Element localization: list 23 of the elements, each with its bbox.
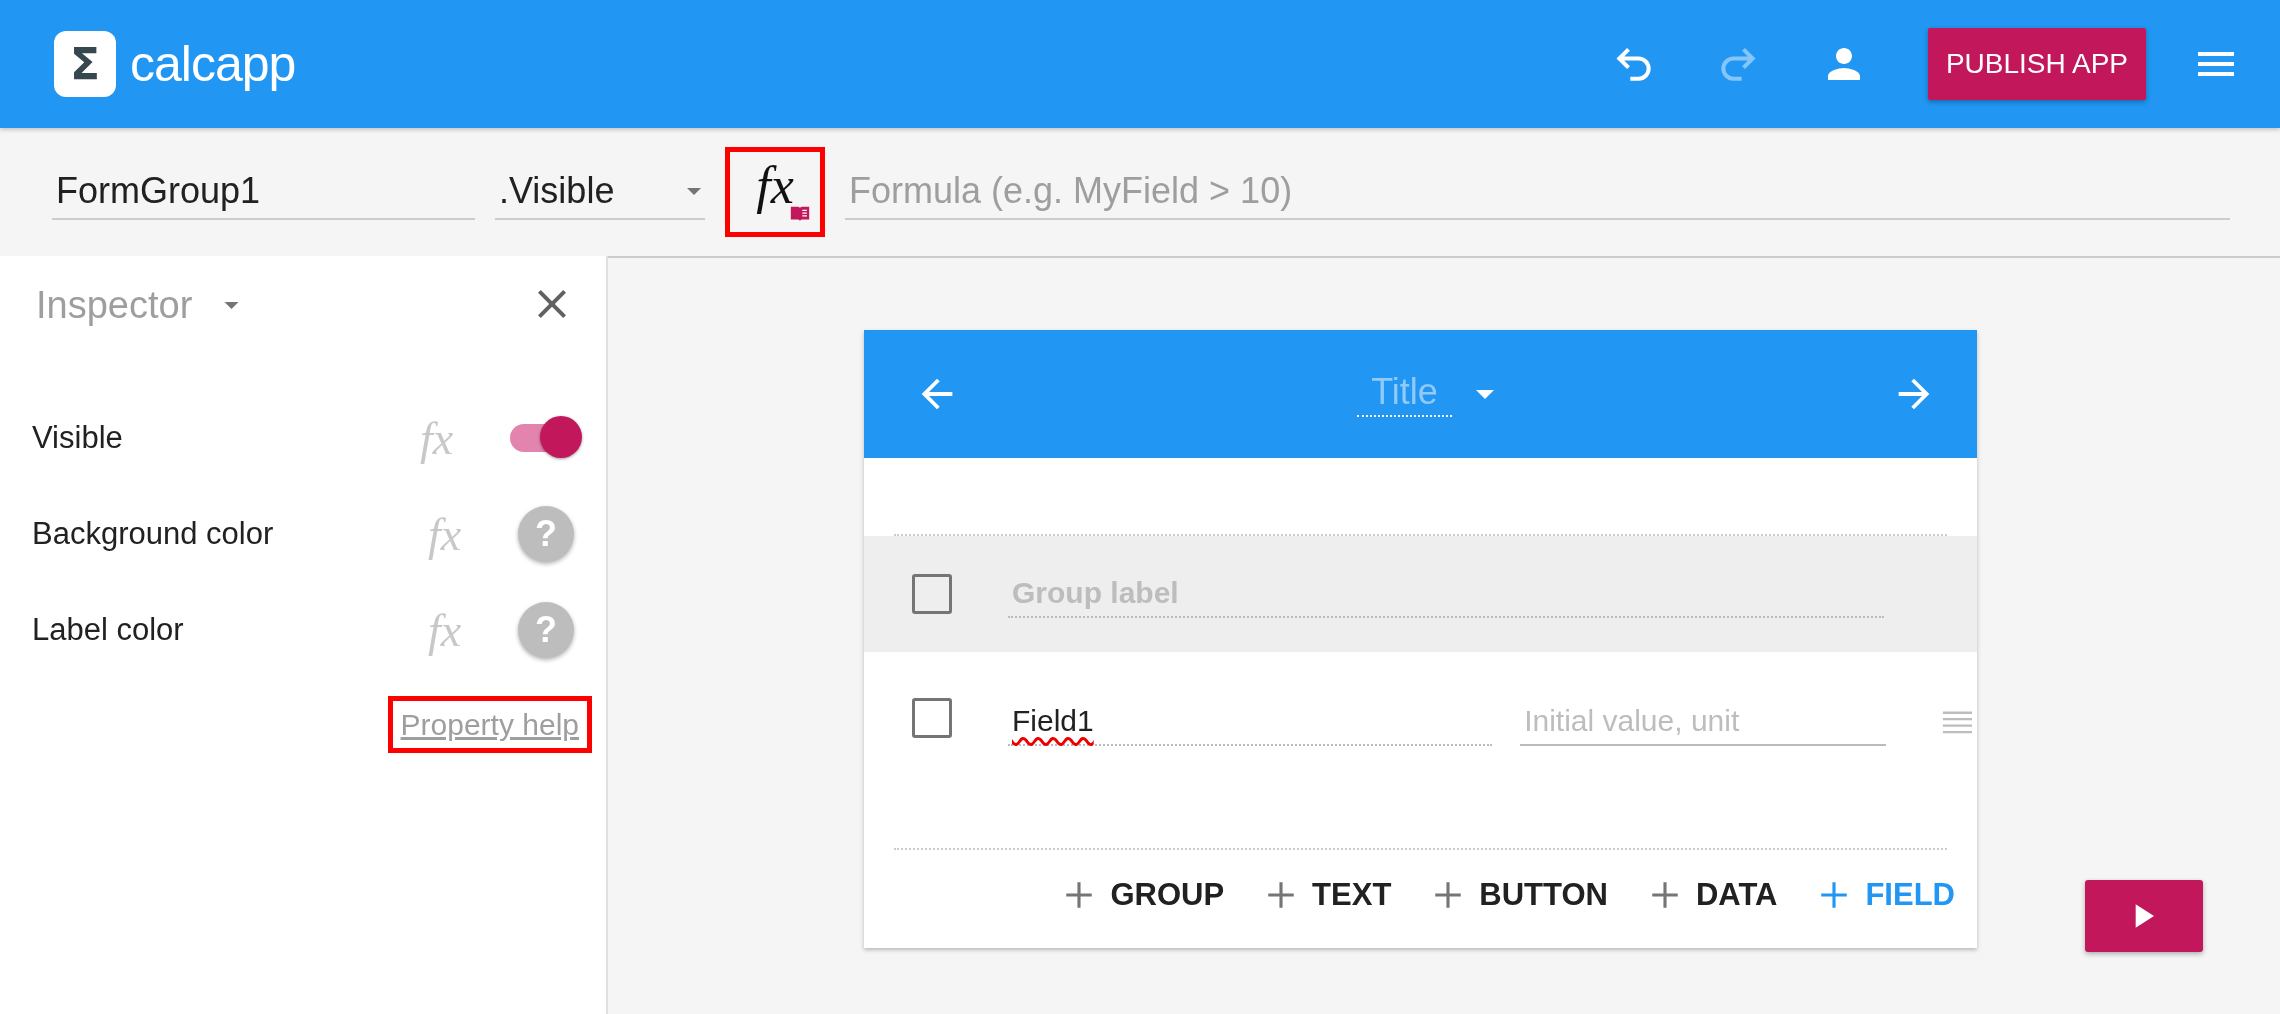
publish-button[interactable]: PUBLISH APP	[1927, 28, 2146, 100]
formula-field[interactable]: Formula (e.g. MyField > 10)	[845, 164, 2230, 220]
checkbox[interactable]	[912, 698, 952, 738]
caret-icon[interactable]	[1475, 389, 1494, 399]
add-button[interactable]: DATA	[1637, 869, 1788, 921]
add-button[interactable]: GROUP	[1052, 869, 1235, 921]
initial-value-field[interactable]: Initial value, unit	[1520, 698, 1887, 746]
property-label: Background color	[32, 516, 275, 552]
app-name: calcapp	[130, 35, 296, 93]
property-dropdown[interactable]: .Visible	[495, 164, 705, 220]
caret-icon	[687, 187, 701, 195]
add-button[interactable]: BUTTON	[1421, 869, 1618, 921]
formula-reference-button[interactable]: fx	[725, 147, 825, 237]
field-name-field[interactable]: Field1	[1008, 698, 1493, 746]
add-button[interactable]: TEXT	[1254, 869, 1402, 921]
checkbox[interactable]	[912, 574, 952, 614]
app-logo: Σ	[54, 31, 116, 97]
add-button[interactable]: FIELD	[1807, 869, 1965, 921]
property-label: Label color	[32, 612, 185, 648]
caret-icon[interactable]	[224, 301, 240, 309]
name-field[interactable]: FormGroup1	[52, 164, 475, 220]
play-button[interactable]	[2085, 880, 2203, 952]
property-label: Visible	[32, 420, 124, 456]
